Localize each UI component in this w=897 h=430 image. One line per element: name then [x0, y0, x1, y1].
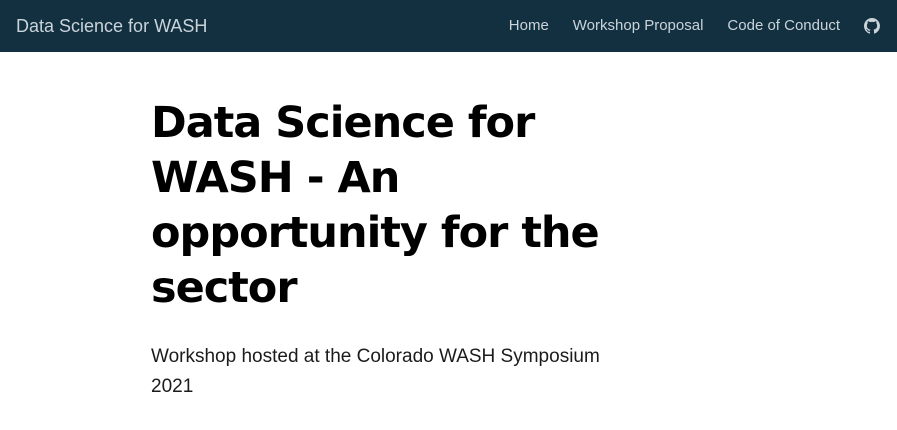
page-title: Data Science for WASH - An opportunity f… [151, 98, 600, 313]
nav-link-home[interactable]: Home [509, 16, 549, 36]
github-link[interactable] [864, 18, 880, 34]
page-subtitle: Workshop hosted at the Colorado WASH Sym… [151, 346, 600, 397]
nav-links: Home Workshop Proposal Code of Conduct [509, 0, 897, 52]
top-navbar: Data Science for WASH Home Workshop Prop… [0, 0, 897, 52]
site-brand-link[interactable]: Data Science for WASH [16, 15, 207, 37]
github-icon [864, 18, 880, 34]
nav-link-code-of-conduct[interactable]: Code of Conduct [727, 16, 840, 36]
nav-link-workshop-proposal[interactable]: Workshop Proposal [573, 16, 704, 36]
main-content: Data Science for WASH - An opportunity f… [151, 96, 621, 402]
